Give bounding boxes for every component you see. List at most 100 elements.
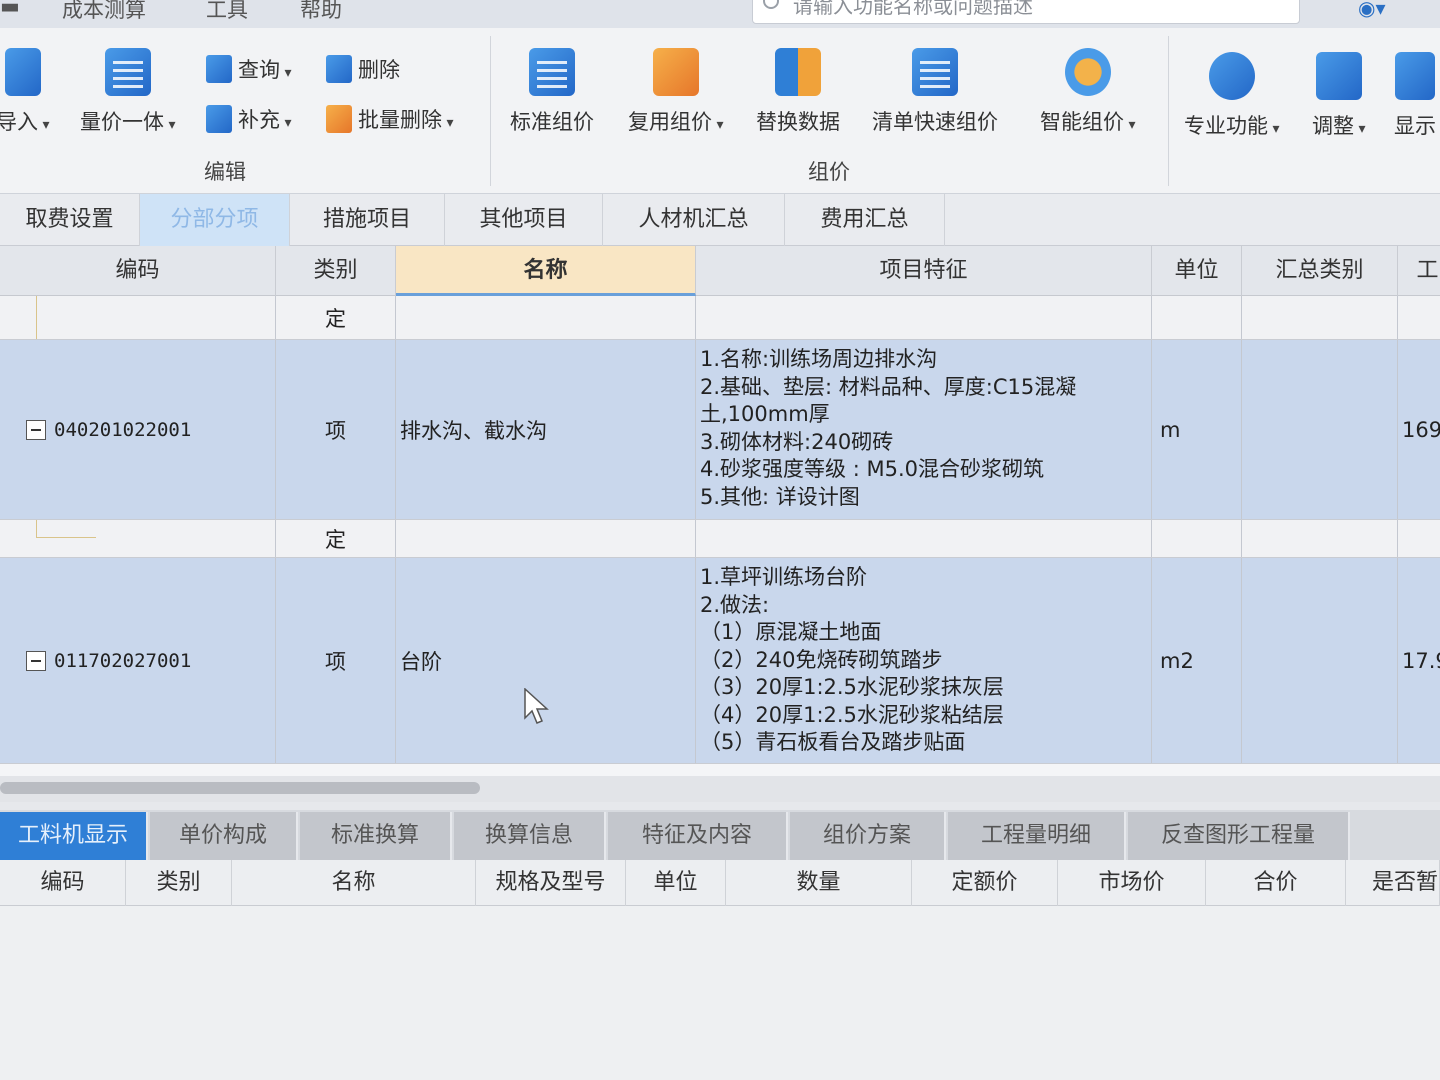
replace-data-icon [775, 48, 821, 96]
item-code: 011702027001 [54, 649, 192, 672]
cell-feature: 1.草坪训练场台阶 2.做法: （1）原混凝土地面 （2）240免烧砖砌筑踏步 … [696, 558, 1152, 763]
tab-quantity-detail[interactable]: 工程量明细 [948, 812, 1126, 860]
adjust-button[interactable]: 调整 [1312, 52, 1365, 140]
collapse-icon[interactable] [26, 650, 46, 671]
feature-line: （5）青石板看台及踏步贴面 [700, 730, 966, 754]
header-unit[interactable]: 单位 [1152, 246, 1242, 296]
tab-labor-material-display[interactable]: 工料机显示 [0, 812, 148, 860]
header-summary-type[interactable]: 汇总类别 [1242, 246, 1398, 296]
table-row[interactable]: 011702027001 项 台阶 1.草坪训练场台阶 2.做法: （1）原混凝… [0, 558, 1440, 764]
feature-line: 土,100mm厚 [700, 402, 830, 426]
menu-item-help[interactable]: 帮助 [300, 0, 342, 24]
cell-feature [696, 296, 1152, 339]
pro-function-button[interactable]: 专业功能 [1184, 52, 1279, 140]
ribbon-divider [490, 36, 491, 186]
detail-header-code[interactable]: 编码 [0, 860, 126, 906]
tab-pricing-plan[interactable]: 组价方案 [790, 812, 946, 860]
cell-name [396, 296, 696, 339]
feature-line: 5.其他: 详设计图 [700, 484, 860, 509]
supplement-label: 补充 [238, 104, 291, 134]
pro-function-icon [1208, 52, 1255, 100]
ribbon-divider [1168, 36, 1169, 186]
table-row[interactable]: 定 [0, 296, 1440, 340]
tab-labor-material-summary[interactable]: 人材机汇总 [603, 194, 785, 246]
detail-header-spec[interactable]: 规格及型号 [476, 860, 626, 906]
detail-grid-header: 编码 类别 名称 规格及型号 单位 数量 定额价 市场价 合价 是否暂 [0, 860, 1440, 906]
header-quantity[interactable]: 工 [1398, 246, 1440, 296]
quick-price-label: 清单快速组价 [872, 110, 998, 134]
feature-line: 4.砂浆强度等级 : M5.0混合砂浆砌筑 [700, 457, 1044, 481]
cell-summary [1242, 340, 1398, 519]
feature-line: 1.名称:训练场周边排水沟 [700, 347, 938, 371]
adjust-label: 调整 [1312, 110, 1365, 140]
window-controls-icon[interactable]: ◉▾ [1358, 0, 1386, 20]
cell-qty [1398, 296, 1440, 339]
import-button[interactable]: 导入 [0, 48, 49, 136]
reuse-price-icon [652, 48, 699, 96]
collapse-icon[interactable] [26, 419, 46, 440]
feature-line: 2.基础、垫层: 材料品种、厚度:C15混凝 [700, 374, 1077, 399]
tab-sub-items[interactable]: 分部分项 [140, 194, 290, 246]
cell-type: 项 [276, 558, 396, 763]
detail-header-market-price[interactable]: 市场价 [1058, 860, 1206, 906]
tab-reverse-graphic-quantity[interactable]: 反查图形工程量 [1128, 812, 1350, 860]
menu-item-tools[interactable]: 工具 [206, 0, 248, 24]
items-grid: 编码 类别 名称 项目特征 单位 汇总类别 工 定 040201022001 项… [0, 246, 1440, 776]
tab-features-content[interactable]: 特征及内容 [608, 812, 788, 860]
display-label: 显示 [1394, 114, 1436, 138]
tab-other-items[interactable]: 其他项目 [445, 194, 603, 246]
qty-price-button[interactable]: 量价一体 [80, 48, 175, 136]
tab-cost-summary[interactable]: 费用汇总 [785, 194, 945, 246]
feature-line: 3.砌体材料:240砌砖 [700, 429, 894, 454]
menu-item-file[interactable]: ▬ [0, 0, 20, 18]
smart-price-button[interactable]: 智能组价 [1040, 48, 1135, 136]
price-group-label: 组价 [808, 160, 850, 184]
query-button[interactable]: 查询 [206, 54, 291, 84]
detail-header-provisional[interactable]: 是否暂 [1346, 860, 1440, 906]
tab-fee-settings[interactable]: 取费设置 [0, 194, 140, 246]
display-button[interactable]: 显示 [1394, 52, 1436, 140]
reuse-price-button[interactable]: 复用组价 [628, 48, 723, 136]
detail-grid-body [0, 906, 1440, 1080]
feature-line: （3）20厚1:2.5水泥砂浆抹灰层 [700, 675, 1004, 699]
detail-header-unit[interactable]: 单位 [626, 860, 726, 906]
detail-header-quota-price[interactable]: 定额价 [912, 860, 1058, 906]
import-icon [4, 48, 41, 96]
quick-price-button[interactable]: 清单快速组价 [872, 48, 998, 136]
detail-header-quantity[interactable]: 数量 [726, 860, 912, 906]
feature-line: 2.做法: [700, 592, 770, 617]
ribbon: 导入 量价一体 查询 补充 删除 批量删除 编辑 标准组价 复用组价 替换数据 … [0, 28, 1440, 194]
supplement-button[interactable]: 补充 [206, 104, 291, 134]
detail-header-total[interactable]: 合价 [1206, 860, 1346, 906]
query-icon [206, 55, 232, 83]
tab-unit-price-composition[interactable]: 单价构成 [150, 812, 298, 860]
header-name[interactable]: 名称 [396, 246, 696, 296]
search-input[interactable]: 请输入功能名称或问题描述 [752, 0, 1300, 24]
tab-measures[interactable]: 措施项目 [290, 194, 445, 246]
cell-summary [1242, 296, 1398, 339]
header-type[interactable]: 类别 [276, 246, 396, 296]
delete-button[interactable]: 删除 [326, 54, 400, 84]
tree-line [36, 296, 37, 339]
scrollbar-thumb[interactable] [0, 782, 480, 794]
grid-header: 编码 类别 名称 项目特征 单位 汇总类别 工 [0, 246, 1440, 296]
header-feature[interactable]: 项目特征 [696, 246, 1152, 296]
page-tabs: 取费设置 分部分项 措施项目 其他项目 人材机汇总 费用汇总 [0, 194, 1440, 246]
replace-data-button[interactable]: 替换数据 [756, 48, 840, 136]
cell-qty: 17.9 [1398, 558, 1440, 763]
standard-price-button[interactable]: 标准组价 [510, 48, 594, 136]
detail-header-name[interactable]: 名称 [232, 860, 476, 906]
batch-delete-button[interactable]: 批量删除 [326, 104, 453, 134]
tab-conversion-info[interactable]: 换算信息 [454, 812, 606, 860]
tab-standard-conversion[interactable]: 标准换算 [300, 812, 452, 860]
table-row[interactable]: 定 [0, 520, 1440, 558]
cell-feature: 1.名称:训练场周边排水沟 2.基础、垫层: 材料品种、厚度:C15混凝 土,1… [696, 340, 1152, 519]
smart-price-label: 智能组价 [1040, 106, 1135, 136]
table-row[interactable]: 040201022001 项 排水沟、截水沟 1.名称:训练场周边排水沟 2.基… [0, 340, 1440, 520]
header-code[interactable]: 编码 [0, 246, 276, 296]
detail-header-type[interactable]: 类别 [126, 860, 232, 906]
lock-icon [1315, 52, 1362, 100]
horizontal-scrollbar[interactable] [0, 776, 1440, 802]
menu-item-cost-estimate[interactable]: 成本测算 [62, 0, 146, 24]
search-placeholder: 请输入功能名称或问题描述 [793, 0, 1033, 18]
